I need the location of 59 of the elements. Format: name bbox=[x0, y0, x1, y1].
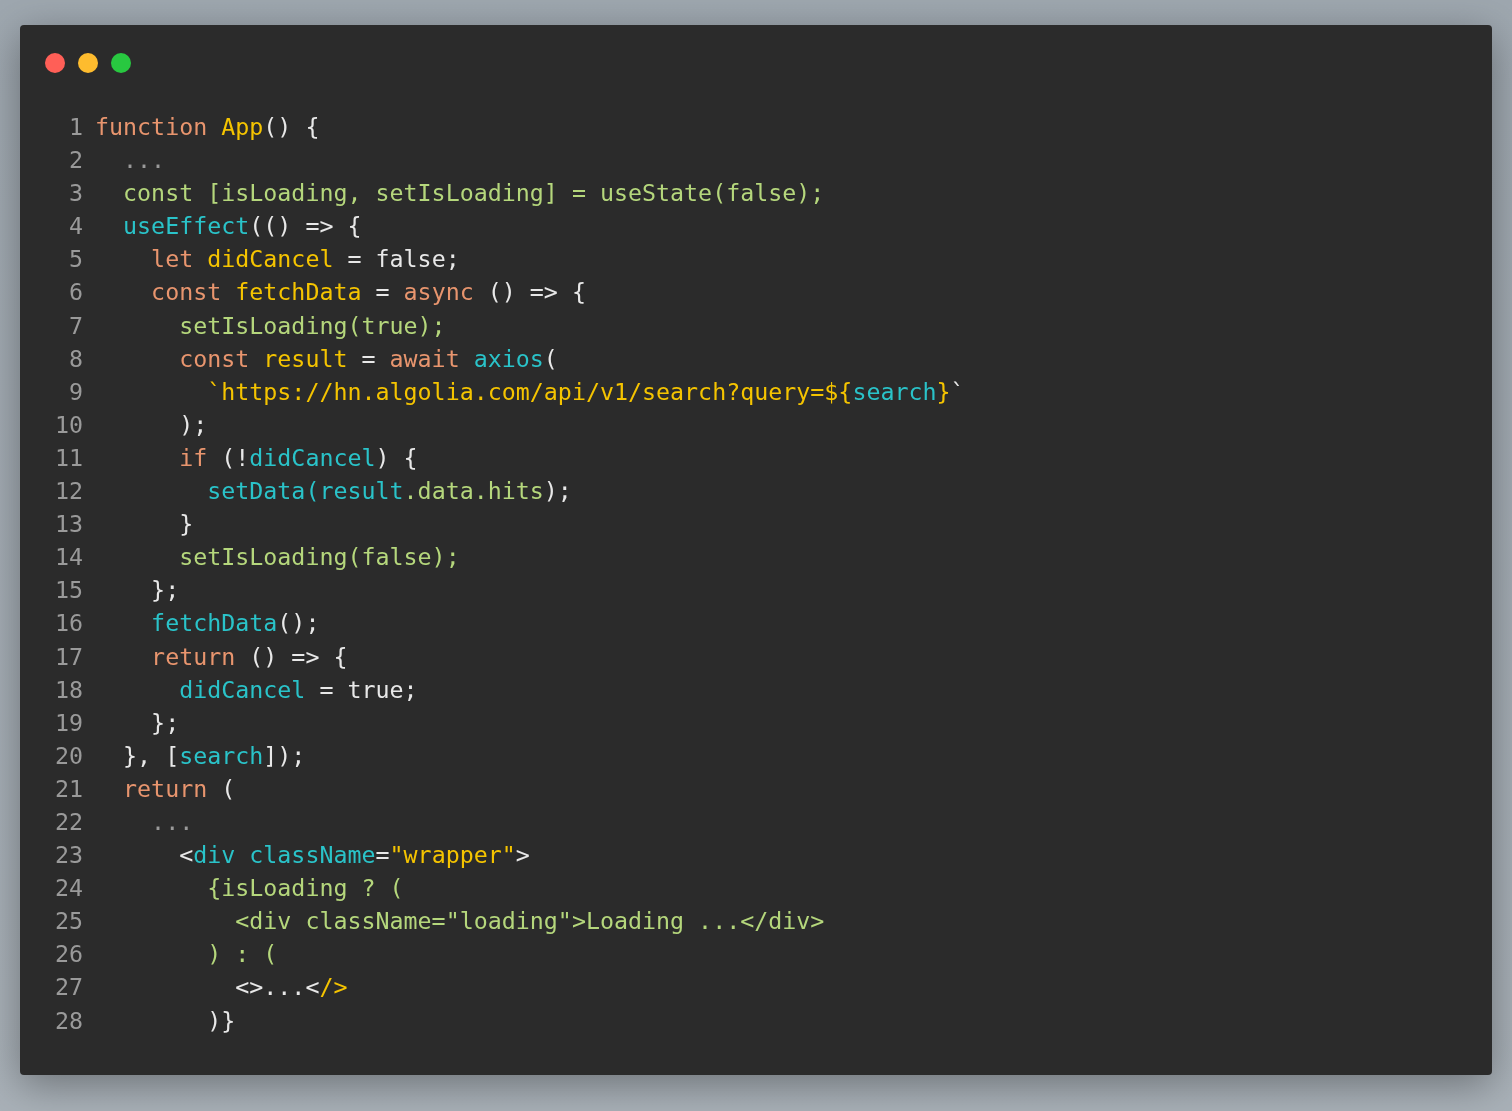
code-line: ... bbox=[122, 145, 167, 176]
code-line: return ( bbox=[122, 773, 237, 804]
line-number: 14 bbox=[53, 542, 83, 573]
line-number: 27 bbox=[53, 972, 83, 1003]
close-button[interactable] bbox=[45, 53, 65, 73]
code-line: const result = await axios( bbox=[178, 343, 559, 374]
line-number: 4 bbox=[67, 211, 83, 242]
line-number: 24 bbox=[53, 873, 83, 904]
code-line: fetchData(); bbox=[150, 608, 321, 639]
line-number: 26 bbox=[53, 939, 83, 970]
line-number: 28 bbox=[53, 1005, 83, 1036]
line-number: 13 bbox=[53, 509, 83, 540]
code-line: }; bbox=[150, 575, 181, 606]
line-number: 22 bbox=[53, 806, 83, 837]
code-line: <div className="wrapper"> bbox=[178, 840, 531, 871]
code-line: } bbox=[178, 509, 195, 540]
code-line: if (!didCancel) { bbox=[178, 442, 419, 473]
line-number: 10 bbox=[53, 409, 83, 440]
line-number: 21 bbox=[53, 773, 83, 804]
line-number: 16 bbox=[53, 608, 83, 639]
line-number: 3 bbox=[67, 178, 83, 209]
code-line: )} bbox=[206, 1005, 237, 1036]
code-line: ... bbox=[150, 806, 195, 837]
line-number: 9 bbox=[67, 376, 83, 407]
code-line: setIsLoading(true); bbox=[178, 310, 447, 341]
code-line: {isLoading ? ( bbox=[206, 873, 405, 904]
line-number: 19 bbox=[53, 707, 83, 738]
line-number: 11 bbox=[53, 442, 83, 473]
line-number: 2 bbox=[67, 145, 83, 176]
code-line: setIsLoading(false); bbox=[178, 542, 461, 573]
line-number: 17 bbox=[53, 641, 83, 672]
code-line: }; bbox=[150, 707, 181, 738]
code-line: <>...</> bbox=[234, 972, 349, 1003]
maximize-button[interactable] bbox=[111, 53, 131, 73]
code-line: setData(result.data.hits); bbox=[206, 476, 573, 507]
line-number: 7 bbox=[67, 310, 83, 341]
code-line: <div className="loading">Loading ...</div> bbox=[234, 906, 826, 937]
line-number: 25 bbox=[53, 906, 83, 937]
code-line: ) : ( bbox=[206, 939, 279, 970]
code-line: let didCancel = false; bbox=[150, 244, 461, 275]
code-line: const [isLoading, setIsLoading] = useState(false); bbox=[122, 178, 826, 209]
minimize-button[interactable] bbox=[78, 53, 98, 73]
code-line: `https://hn.algolia.com/api/v1/search?query=${search}` bbox=[206, 376, 966, 407]
line-number: 23 bbox=[53, 840, 83, 871]
code-line: didCancel = true; bbox=[178, 674, 419, 705]
line-number: 1 bbox=[67, 112, 83, 142]
line-number: 15 bbox=[53, 575, 83, 606]
line-number: 6 bbox=[67, 277, 83, 308]
line-number: 5 bbox=[67, 244, 83, 275]
line-number: 12 bbox=[53, 476, 83, 507]
line-number: 18 bbox=[53, 674, 83, 705]
code-line: }, [search]); bbox=[122, 740, 307, 771]
line-number: 8 bbox=[67, 343, 83, 374]
code-line: function App() { bbox=[95, 112, 321, 142]
code-line: ); bbox=[178, 409, 209, 440]
line-number: 20 bbox=[53, 740, 83, 771]
code-line: return () => { bbox=[150, 641, 349, 672]
code-line: useEffect(() => { bbox=[122, 211, 363, 242]
code-line: const fetchData = async () => { bbox=[150, 277, 587, 308]
